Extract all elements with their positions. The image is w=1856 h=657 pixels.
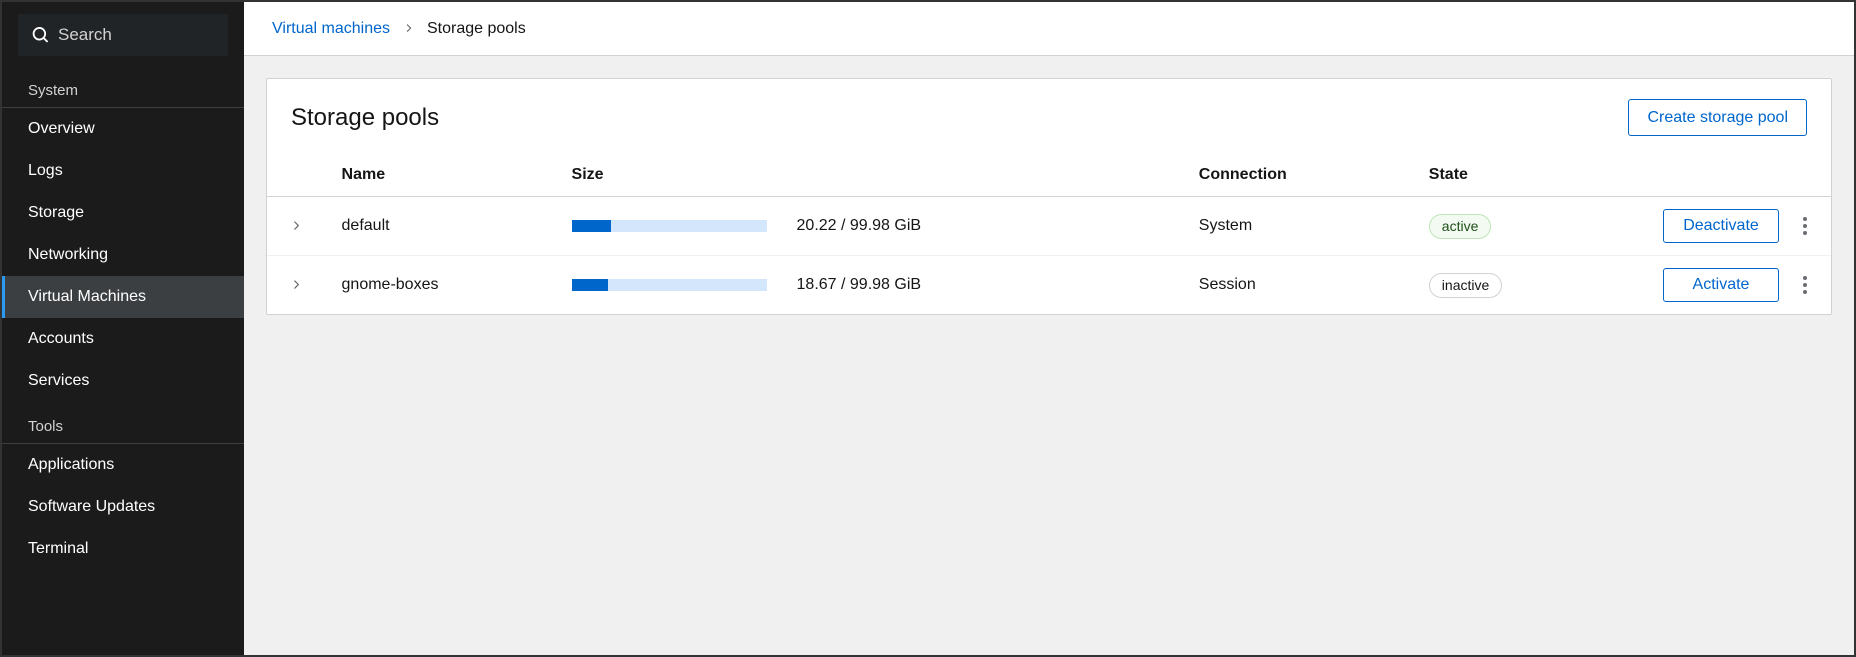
sidebar-item-overview[interactable]: Overview bbox=[2, 108, 244, 150]
column-header-size: Size bbox=[556, 156, 1183, 197]
sidebar-item-services[interactable]: Services bbox=[2, 360, 244, 402]
search-box[interactable] bbox=[18, 14, 228, 56]
activate-button[interactable]: Activate bbox=[1663, 268, 1779, 302]
size-progress-fill bbox=[572, 220, 611, 232]
size-text: 18.67 / 99.98 GiB bbox=[797, 276, 922, 294]
sidebar-item-accounts[interactable]: Accounts bbox=[2, 318, 244, 360]
page-title: Storage pools bbox=[291, 104, 439, 132]
column-header-expand bbox=[267, 156, 326, 197]
size-progress-fill bbox=[572, 279, 608, 291]
kebab-menu-button[interactable] bbox=[1795, 271, 1815, 299]
column-header-state: State bbox=[1413, 156, 1622, 197]
column-header-connection: Connection bbox=[1183, 156, 1413, 197]
expand-toggle[interactable] bbox=[284, 214, 308, 238]
sidebar-item-storage[interactable]: Storage bbox=[2, 192, 244, 234]
storage-pools-table: Name Size Connection State bbox=[267, 156, 1831, 314]
column-header-name: Name bbox=[326, 156, 556, 197]
breadcrumb-current: Storage pools bbox=[427, 20, 526, 38]
size-progress bbox=[572, 220, 767, 232]
status-badge: inactive bbox=[1429, 273, 1502, 298]
main: Virtual machines Storage pools Storage p… bbox=[244, 2, 1854, 655]
nav-section-label-tools: Tools bbox=[2, 402, 244, 443]
column-header-actions bbox=[1622, 156, 1831, 197]
storage-pools-card: Storage pools Create storage pool Name S… bbox=[266, 78, 1832, 315]
create-storage-pool-button[interactable]: Create storage pool bbox=[1628, 99, 1807, 136]
pool-name: default bbox=[326, 197, 556, 256]
deactivate-button[interactable]: Deactivate bbox=[1663, 209, 1779, 243]
breadcrumb: Virtual machines Storage pools bbox=[244, 2, 1854, 56]
chevron-right-icon bbox=[291, 221, 301, 231]
breadcrumb-link-virtual-machines[interactable]: Virtual machines bbox=[272, 20, 390, 38]
nav-section: System Overview Logs Storage Networking … bbox=[2, 66, 244, 402]
chevron-right-icon bbox=[291, 280, 301, 290]
sidebar-item-software-updates[interactable]: Software Updates bbox=[2, 486, 244, 528]
kebab-menu-button[interactable] bbox=[1795, 212, 1815, 240]
content-area: Storage pools Create storage pool Name S… bbox=[244, 56, 1854, 655]
kebab-icon bbox=[1803, 276, 1807, 294]
size-progress bbox=[572, 279, 767, 291]
sidebar: System Overview Logs Storage Networking … bbox=[2, 2, 244, 655]
nav-section: Tools Applications Software Updates Term… bbox=[2, 402, 244, 570]
search-icon bbox=[32, 27, 48, 43]
chevron-right-icon bbox=[404, 24, 413, 33]
sidebar-item-networking[interactable]: Networking bbox=[2, 234, 244, 276]
kebab-icon bbox=[1803, 217, 1807, 235]
size-text: 20.22 / 99.98 GiB bbox=[797, 217, 922, 235]
sidebar-item-logs[interactable]: Logs bbox=[2, 150, 244, 192]
expand-toggle[interactable] bbox=[284, 273, 308, 297]
nav-section-label-system: System bbox=[2, 66, 244, 107]
search-input[interactable] bbox=[58, 25, 214, 45]
sidebar-item-applications[interactable]: Applications bbox=[2, 444, 244, 486]
sidebar-item-virtual-machines[interactable]: Virtual Machines bbox=[2, 276, 244, 318]
pool-name: gnome-boxes bbox=[326, 256, 556, 315]
table-row: gnome-boxes 18.67 / 99.98 GiB Session bbox=[267, 256, 1831, 315]
sidebar-item-terminal[interactable]: Terminal bbox=[2, 528, 244, 570]
table-row: default 20.22 / 99.98 GiB System act bbox=[267, 197, 1831, 256]
status-badge: active bbox=[1429, 214, 1492, 239]
pool-connection: Session bbox=[1183, 256, 1413, 315]
pool-connection: System bbox=[1183, 197, 1413, 256]
